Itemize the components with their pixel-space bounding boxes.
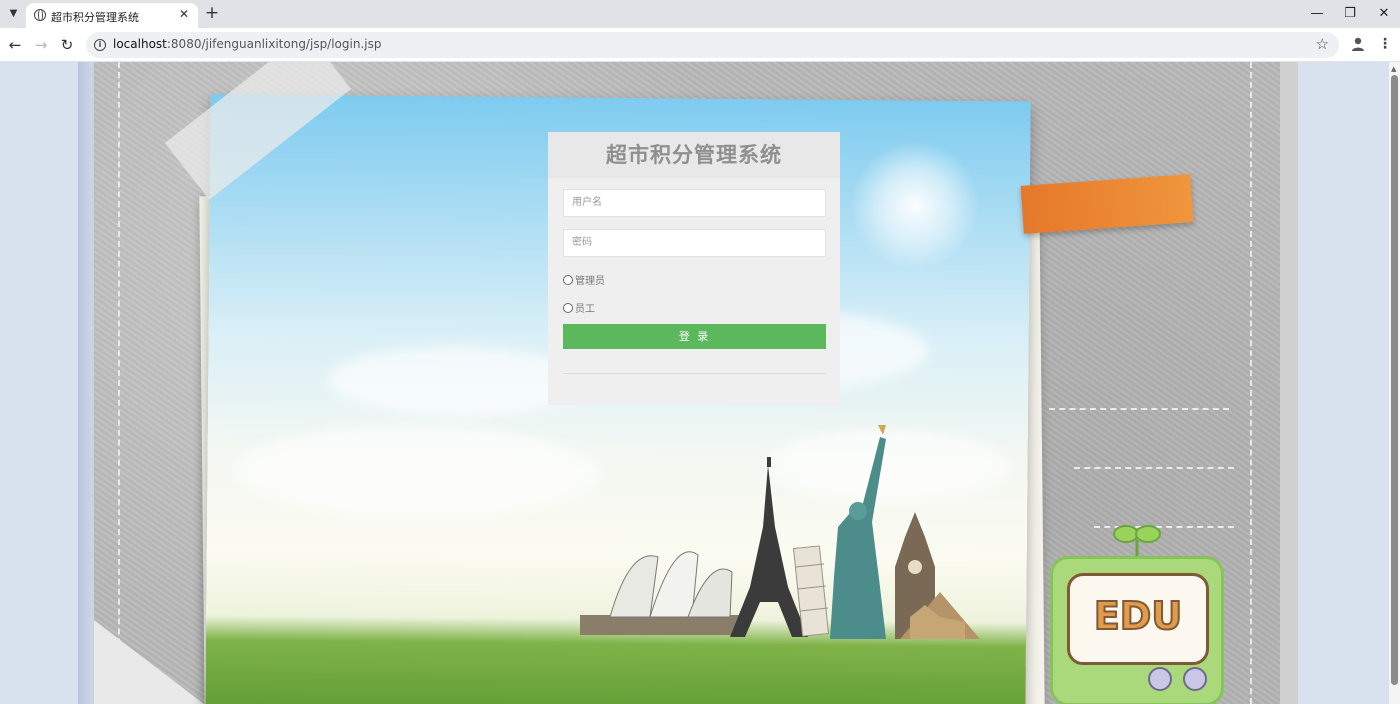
stitch-line (118, 62, 120, 704)
site-info-icon[interactable]: i (94, 39, 106, 51)
stitch-line (1049, 408, 1229, 410)
reload-icon[interactable]: ↻ (58, 36, 76, 54)
close-window-icon[interactable]: ✕ (1375, 5, 1393, 23)
role-admin-label: 管理员 (575, 276, 605, 287)
sprout-icon (1113, 525, 1161, 560)
page-viewport: EDU 超市积分管理系统 用户名 密码 管理员 员工 登 录 (0, 62, 1389, 704)
paper-corner-fold (94, 620, 204, 704)
bookmark-star-icon[interactable]: ☆ (1316, 35, 1329, 53)
browser-toolbar: ← → ↻ i localhost:8080/jifenguanlixitong… (0, 28, 1400, 62)
divider (563, 373, 826, 374)
login-panel: 超市积分管理系统 用户名 密码 管理员 员工 登 录 (548, 132, 840, 405)
world-landmarks-illustration (580, 425, 980, 639)
edu-logo: EDU (1093, 593, 1183, 639)
back-arrow-icon[interactable]: ← (6, 36, 24, 54)
role-staff-radio[interactable] (563, 302, 573, 313)
password-input[interactable]: 密码 (563, 229, 826, 257)
role-admin-option[interactable]: 管理员 (563, 272, 605, 287)
vertical-scrollbar[interactable]: ▲ (1389, 62, 1400, 704)
tv-knob-icon (1183, 667, 1207, 691)
tab-search-chevron-icon[interactable]: ▼ (5, 5, 22, 22)
tab-title: 超市积分管理系统 (51, 11, 139, 24)
minimize-icon[interactable]: — (1308, 5, 1326, 23)
scroll-up-arrow-icon[interactable]: ▲ (1391, 65, 1396, 73)
scrollbar-thumb[interactable] (1391, 75, 1398, 685)
login-button[interactable]: 登 录 (563, 324, 826, 349)
browser-tab[interactable]: 超市积分管理系统 ✕ (26, 3, 198, 28)
stitch-line (1250, 62, 1252, 704)
browser-tab-bar: ▼ 超市积分管理系统 ✕ + — ❐ ✕ (0, 0, 1400, 28)
role-admin-radio[interactable] (563, 274, 573, 285)
tv-knob-icon (1148, 667, 1172, 691)
opera-house-icon (580, 551, 740, 635)
globe-icon (34, 9, 46, 21)
url-text: localhost:8080/jifenguanlixitong/jsp/log… (113, 37, 382, 51)
forward-arrow-icon[interactable]: → (32, 36, 50, 54)
stitch-line (1074, 467, 1234, 469)
profile-icon[interactable] (1350, 36, 1366, 52)
username-input[interactable]: 用户名 (563, 189, 826, 217)
sun-glow (849, 140, 981, 272)
statue-of-liberty-icon (830, 425, 886, 639)
restore-window-icon[interactable]: ❐ (1341, 5, 1359, 23)
login-title: 超市积分管理系统 (606, 143, 782, 167)
eiffel-tower-icon (730, 457, 808, 637)
role-staff-label: 员工 (575, 304, 595, 315)
login-header: 超市积分管理系统 (548, 132, 840, 178)
cloud (237, 424, 598, 518)
address-bar[interactable]: i localhost:8080/jifenguanlixitong/jsp/l… (86, 32, 1339, 58)
tv-screen: EDU (1067, 573, 1209, 665)
close-tab-icon[interactable]: ✕ (177, 7, 191, 21)
kebab-menu-icon[interactable]: ⋮ (1378, 35, 1392, 55)
edu-tv-decoration: EDU (1050, 556, 1224, 704)
role-staff-option[interactable]: 员工 (563, 300, 595, 315)
new-tab-plus-icon[interactable]: + (203, 5, 221, 23)
